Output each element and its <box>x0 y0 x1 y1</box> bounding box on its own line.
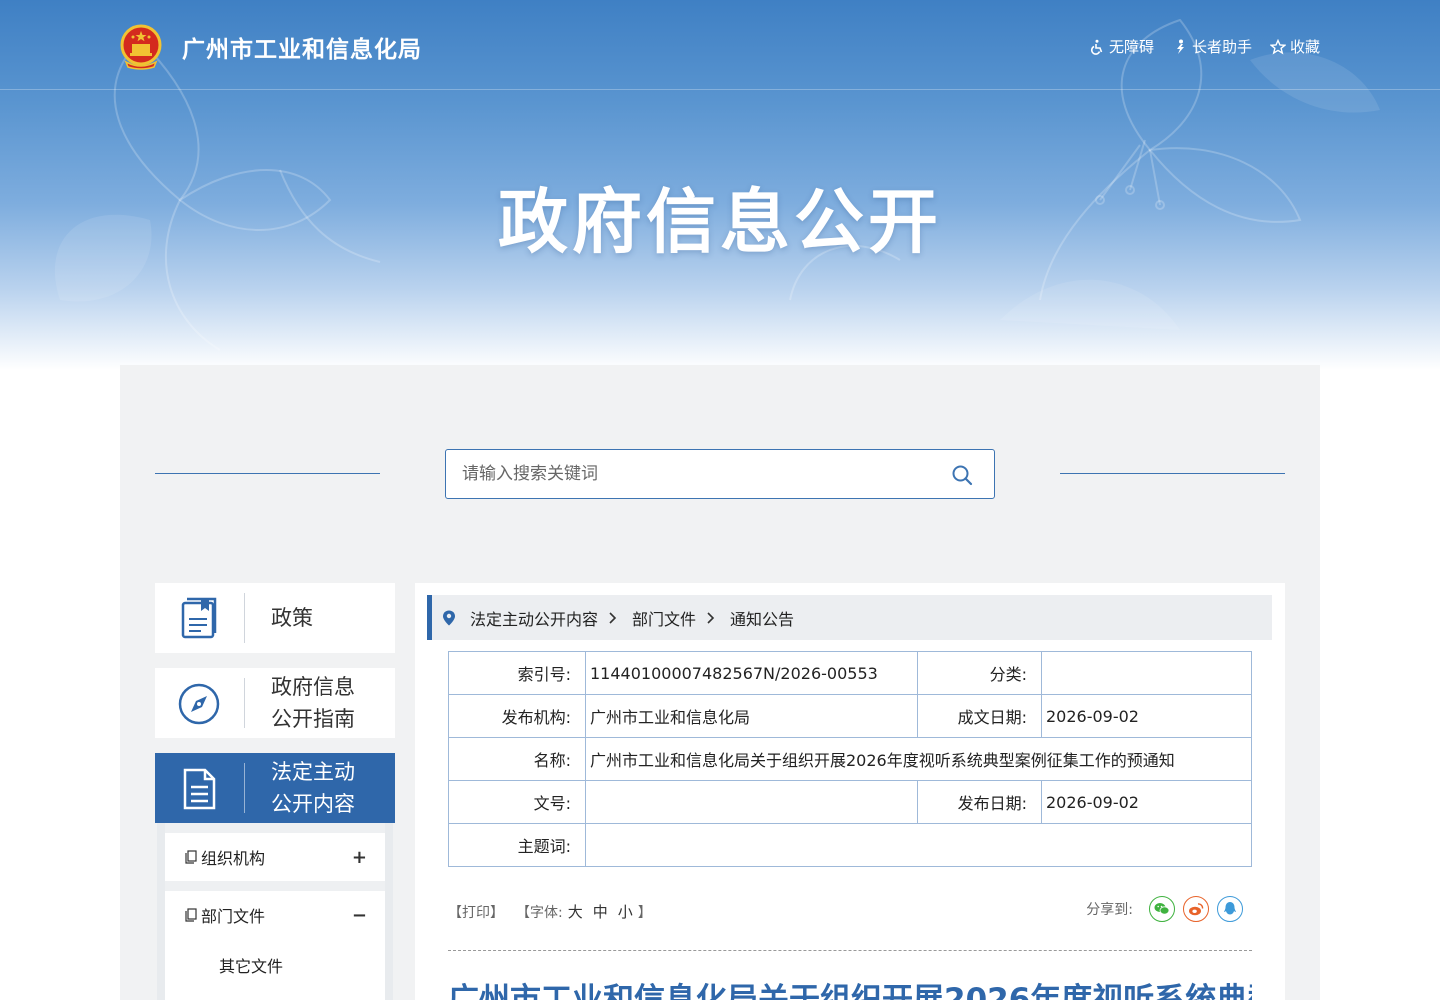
collapse-toggle[interactable]: − <box>352 905 367 926</box>
article-tools: 【打印】 【字体: 大 中 小 】 <box>448 901 652 922</box>
document-number-value <box>585 780 918 824</box>
table-row: 文号: 发布日期: 2026-09-02 <box>448 780 1252 824</box>
share-label: 分享到: <box>1086 902 1133 918</box>
font-size-medium-button[interactable]: 中 <box>593 901 608 922</box>
font-size-large-button[interactable]: 大 <box>568 901 583 922</box>
subnav-spacer <box>165 823 385 833</box>
created-date-label: 成文日期: <box>917 694 1042 738</box>
sidebar-subnav: 组织机构 + 部门文件 − 其它文件 <box>157 823 393 1000</box>
subnav-spacer <box>165 881 385 891</box>
accessibility-link[interactable]: 无障碍 <box>1089 36 1154 57</box>
favorite-link[interactable]: 收藏 <box>1269 36 1320 57</box>
publisher-label: 发布机构: <box>448 694 586 738</box>
document-metadata-table: 索引号: 11440100007482567N/2026-00553 分类: 发… <box>448 651 1252 867</box>
table-row: 索引号: 11440100007482567N/2026-00553 分类: <box>448 651 1252 695</box>
share-weibo-button[interactable] <box>1183 896 1209 922</box>
accessibility-link-label: 无障碍 <box>1108 38 1154 56</box>
search-icon[interactable] <box>950 463 974 487</box>
sidebar-item-divider <box>244 593 245 643</box>
weibo-icon <box>1189 903 1204 916</box>
share-qq-button[interactable] <box>1217 896 1243 922</box>
subnav-item-department-documents-label: 部门文件 <box>201 907 266 926</box>
category-label: 分类: <box>917 651 1042 695</box>
subject-value <box>585 823 1252 867</box>
name-label: 名称: <box>448 737 586 781</box>
sidebar-item-divider <box>244 678 245 728</box>
chevron-right-icon <box>609 611 617 624</box>
content-area: 法定主动公开内容 部门文件 通知公告 索引号: 1144010000748256… <box>415 583 1285 1000</box>
sidebar-item-policy-label: 政策 <box>271 606 313 630</box>
share-bar: 分享到: <box>1086 896 1243 922</box>
table-row: 发布机构: 广州市工业和信息化局 成文日期: 2026-09-02 <box>448 694 1252 738</box>
article-title-text: 广州市工业和信息化局关于组织开展2026年度视听系统典型案例征集工作的预通知 <box>448 982 1252 1000</box>
compass-icon <box>178 683 220 725</box>
policy-book-icon <box>181 597 217 639</box>
published-date-label: 发布日期: <box>917 780 1042 824</box>
breadcrumb: 法定主动公开内容 部门文件 通知公告 <box>427 595 1272 640</box>
hero-title: 政府信息公开 <box>498 181 942 263</box>
breadcrumb-item-notice[interactable]: 通知公告 <box>730 606 794 630</box>
share-wechat-button[interactable] <box>1149 896 1175 922</box>
elder-assistant-link-label: 长者助手 <box>1191 38 1252 56</box>
index-label: 索引号: <box>448 651 586 695</box>
chevron-right-icon <box>707 611 715 624</box>
national-emblem-icon <box>120 24 162 70</box>
category-value <box>1041 651 1252 695</box>
print-button[interactable]: 【打印】 <box>448 902 504 922</box>
site-title[interactable]: 广州市工业和信息化局 <box>182 30 422 64</box>
star-icon <box>1269 38 1286 54</box>
content-divider <box>448 950 1252 951</box>
table-row: 名称: 广州市工业和信息化局关于组织开展2026年度视听系统典型案例征集工作的预… <box>448 737 1252 781</box>
search-decor-line-left <box>155 473 380 474</box>
subnav-item-organization[interactable]: 组织机构 + <box>165 833 385 881</box>
wheelchair-icon <box>1090 39 1103 55</box>
document-number-label: 文号: <box>448 780 586 824</box>
document-icon <box>183 768 216 810</box>
copy-doc-icon <box>185 908 197 922</box>
header-banner: 广州市工业和信息化局 无障碍 长者助手 收藏 政府信息公开 <box>0 0 1440 370</box>
breadcrumb-item-department[interactable]: 部门文件 <box>632 606 696 630</box>
search-decor-line-right <box>1060 473 1285 474</box>
published-date-value: 2026-09-02 <box>1041 780 1252 824</box>
search-input[interactable] <box>446 450 936 498</box>
subnav-item-organization-label: 组织机构 <box>201 849 266 868</box>
font-size-prefix: 【字体: <box>516 904 563 921</box>
index-value: 11440100007482567N/2026-00553 <box>585 651 918 695</box>
article-title: 广州市工业和信息化局关于组织开展2026年度视听系统典型案例征集工作的预通知 <box>448 978 1252 1000</box>
qq-icon <box>1224 902 1236 915</box>
sidebar-item-disclosure-guide-label: 政府信息 公开指南 <box>271 675 355 731</box>
location-pin-icon <box>443 610 455 625</box>
sidebar-item-disclosure-guide[interactable]: 政府信息 公开指南 <box>155 668 395 738</box>
subnav-child-other-documents[interactable]: 其它文件 <box>219 953 283 977</box>
breadcrumb-item-statutory[interactable]: 法定主动公开内容 <box>470 606 598 630</box>
created-date-value: 2026-09-02 <box>1041 694 1252 738</box>
sidebar-item-statutory-disclosure[interactable]: 法定主动 公开内容 <box>155 753 395 823</box>
sidebar-item-divider <box>244 763 245 813</box>
top-links: 无障碍 长者助手 收藏 <box>1089 36 1320 57</box>
elder-assistant-link[interactable]: 长者助手 <box>1172 36 1252 57</box>
header-divider <box>0 89 1440 90</box>
name-value: 广州市工业和信息化局关于组织开展2026年度视听系统典型案例征集工作的预通知 <box>585 737 1252 781</box>
search-box <box>445 449 995 499</box>
expand-toggle[interactable]: + <box>352 847 367 868</box>
publisher-value: 广州市工业和信息化局 <box>585 694 918 738</box>
favorite-link-label: 收藏 <box>1289 38 1320 56</box>
subnav-item-department-documents[interactable]: 部门文件 − <box>165 891 385 939</box>
table-row: 主题词: <box>448 823 1252 867</box>
copy-doc-icon <box>185 850 197 864</box>
font-size-suffix: 】 <box>637 904 652 921</box>
subject-label: 主题词: <box>448 823 586 867</box>
font-size-small-button[interactable]: 小 <box>618 901 633 922</box>
wechat-icon <box>1154 903 1170 915</box>
sidebar-item-policy[interactable]: 政策 <box>155 583 395 653</box>
elder-icon <box>1176 39 1184 54</box>
main-panel: 政策 政府信息 公开指南 法定主动 公开内容 组织机构 + <box>120 365 1320 1000</box>
sidebar-item-statutory-disclosure-label: 法定主动 公开内容 <box>271 760 355 816</box>
